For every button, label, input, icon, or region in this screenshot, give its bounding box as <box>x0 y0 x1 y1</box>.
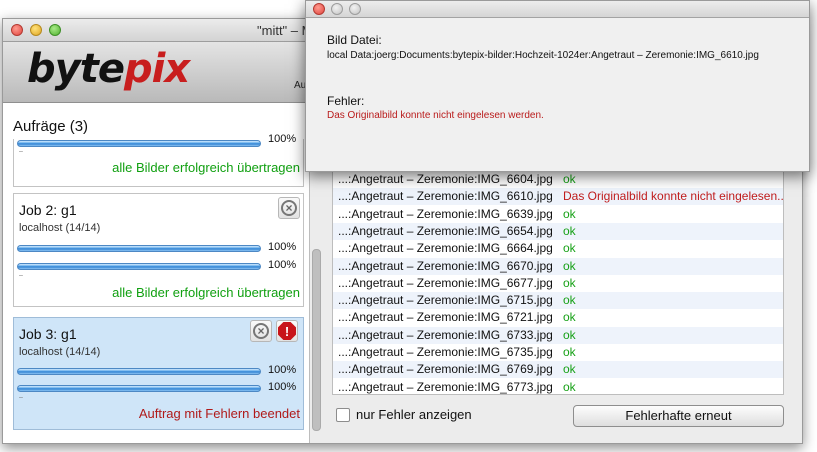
popup-zoom-button[interactable] <box>349 3 361 15</box>
bytepix-logo: bytepix <box>27 46 190 92</box>
job3-host: localhost (14/14) <box>19 346 101 358</box>
file-row[interactable]: ...:Angetraut – Zeremonie:IMG_6773.jpg ok <box>333 379 783 394</box>
job2-progress-pct-1: 100% <box>268 241 297 253</box>
file-ok-result: ok <box>563 310 576 325</box>
file-row[interactable]: ...:Angetraut – Zeremonie:IMG_6677.jpg ok <box>333 275 783 292</box>
retry-failed-button[interactable]: Fehlerhafte erneut <box>573 405 784 427</box>
file-row[interactable]: ...:Angetraut – Zeremonie:IMG_6604.jpg ok <box>333 171 783 188</box>
jobs-panel: Aufräge (3) 100% – alle Bilder erfolgrei… <box>3 103 310 443</box>
job1-status: alle Bilder erfolgreich übertragen <box>112 160 300 175</box>
cancel-icon: × <box>281 200 297 216</box>
jobs-scroll-thumb[interactable] <box>312 249 321 431</box>
file-name: ...:Angetraut – Zeremonie:IMG_6639.jpg <box>338 206 553 221</box>
error-detail-window: Bild Datei: local Data:joerg:Documents:b… <box>305 0 810 172</box>
job2-host: localhost (14/14) <box>19 222 101 234</box>
job-card-3[interactable]: Job 3: g1 localhost (14/14) × ! 100% 100… <box>13 317 304 430</box>
popup-titlebar <box>306 1 809 18</box>
job3-tick: – <box>19 394 23 401</box>
file-name: ...:Angetraut – Zeremonie:IMG_6677.jpg <box>338 275 553 290</box>
job1-tick: – <box>19 148 23 155</box>
job2-title: Job 2: g1 <box>19 202 77 218</box>
popup-close-button[interactable] <box>313 3 325 15</box>
job3-error-button[interactable]: ! <box>276 320 298 342</box>
file-ok-result: ok <box>563 362 576 377</box>
popup-file-label: Bild Datei: <box>327 33 382 47</box>
file-ok-result: ok <box>563 172 576 186</box>
file-row[interactable]: ...:Angetraut – Zeremonie:IMG_6733.jpg ok <box>333 326 783 344</box>
file-ok-result: ok <box>563 327 576 342</box>
file-row[interactable]: ...:Angetraut – Zeremonie:IMG_6664.jpg ok <box>333 240 783 257</box>
file-name: ...:Angetraut – Zeremonie:IMG_6654.jpg <box>338 223 553 238</box>
zoom-window-button[interactable] <box>49 24 61 36</box>
close-window-button[interactable] <box>11 24 23 36</box>
job3-cancel-button[interactable]: × <box>250 320 272 342</box>
file-row[interactable]: ...:Angetraut – Zeremonie:IMG_6670.jpg ok <box>333 257 783 275</box>
job3-progress-pct-1: 100% <box>268 364 297 376</box>
file-row[interactable]: ...:Angetraut – Zeremonie:IMG_6721.jpg ok <box>333 309 783 326</box>
file-row[interactable]: ...:Angetraut – Zeremonie:IMG_6610.jpg Da… <box>333 188 784 206</box>
file-ok-result: ok <box>563 206 576 221</box>
errors-only-checkbox-row[interactable]: nur Fehler anzeigen <box>336 407 472 422</box>
file-ok-result: ok <box>563 241 576 256</box>
file-row[interactable]: ...:Angetraut – Zeremonie:IMG_6769.jpg ok <box>333 361 783 379</box>
file-error-result: Das Originalbild konnte nicht eingelesen… <box>563 189 784 204</box>
job2-progress-pct-2: 100% <box>268 259 297 271</box>
file-name: ...:Angetraut – Zeremonie:IMG_6721.jpg <box>338 310 553 325</box>
file-name: ...:Angetraut – Zeremonie:IMG_6610.jpg <box>338 189 553 204</box>
job2-tick: – <box>19 272 23 279</box>
file-results-list[interactable]: ...:Angetraut – Zeremonie:IMG_6604.jpg ok… <box>332 168 784 395</box>
file-ok-result: ok <box>563 223 576 238</box>
job2-progress-bar-1 <box>17 245 261 252</box>
file-name: ...:Angetraut – Zeremonie:IMG_6735.jpg <box>338 345 553 359</box>
file-name: ...:Angetraut – Zeremonie:IMG_6773.jpg <box>338 379 553 394</box>
job3-status: Auftrag mit Fehlern beendet <box>138 406 300 421</box>
job2-progress-bar-2 <box>17 263 261 270</box>
job3-progress-pct-2: 100% <box>268 381 297 393</box>
file-ok-result: ok <box>563 293 576 308</box>
errors-only-checkbox[interactable] <box>336 407 350 422</box>
errors-only-label: nur Fehler anzeigen <box>356 407 472 422</box>
job3-progress-bar-1 <box>17 368 261 375</box>
popup-minimize-button[interactable] <box>331 3 343 15</box>
job1-progress-pct: 100% <box>268 133 297 145</box>
file-row[interactable]: ...:Angetraut – Zeremonie:IMG_6715.jpg ok <box>333 292 783 310</box>
job-card-1[interactable]: 100% – alle Bilder erfolgreich übertrage… <box>13 133 304 187</box>
job2-cancel-button[interactable]: × <box>278 197 300 219</box>
file-ok-result: ok <box>563 345 576 359</box>
file-row[interactable]: ...:Angetraut – Zeremonie:IMG_6639.jpg ok <box>333 206 783 223</box>
file-name: ...:Angetraut – Zeremonie:IMG_6670.jpg <box>338 258 553 273</box>
file-ok-result: ok <box>563 379 576 394</box>
job2-status: alle Bilder erfolgreich übertragen <box>112 285 300 300</box>
logo-pix-text: pix <box>123 46 190 92</box>
minimize-window-button[interactable] <box>30 24 42 36</box>
jobs-header: Aufräge (3) <box>13 118 89 135</box>
jobs-scrollbar[interactable] <box>310 249 321 445</box>
file-name: ...:Angetraut – Zeremonie:IMG_6664.jpg <box>338 241 553 256</box>
job-card-2[interactable]: Job 2: g1 localhost (14/14) × 100% 100% … <box>13 193 304 307</box>
job3-title: Job 3: g1 <box>19 326 77 342</box>
file-name: ...:Angetraut – Zeremonie:IMG_6769.jpg <box>338 362 553 377</box>
file-ok-result: ok <box>563 275 576 290</box>
job1-progress-bar <box>17 140 261 147</box>
logo-byte-text: byte <box>27 46 125 92</box>
warning-icon: ! <box>278 322 296 340</box>
cancel-icon: × <box>253 323 269 339</box>
popup-error-text: Das Originalbild konnte nicht eingelesen… <box>327 110 544 121</box>
file-name: ...:Angetraut – Zeremonie:IMG_6604.jpg <box>338 172 553 186</box>
file-row[interactable]: ...:Angetraut – Zeremonie:IMG_6654.jpg ok <box>333 222 783 240</box>
popup-file-path: local Data:joerg:Documents:bytepix-bilde… <box>327 50 759 61</box>
file-name: ...:Angetraut – Zeremonie:IMG_6715.jpg <box>338 293 553 308</box>
file-row[interactable]: ...:Angetraut – Zeremonie:IMG_6735.jpg ok <box>333 344 783 361</box>
file-ok-result: ok <box>563 258 576 273</box>
popup-error-label: Fehler: <box>327 94 365 108</box>
job3-progress-bar-2 <box>17 385 261 392</box>
file-name: ...:Angetraut – Zeremonie:IMG_6733.jpg <box>338 327 553 342</box>
